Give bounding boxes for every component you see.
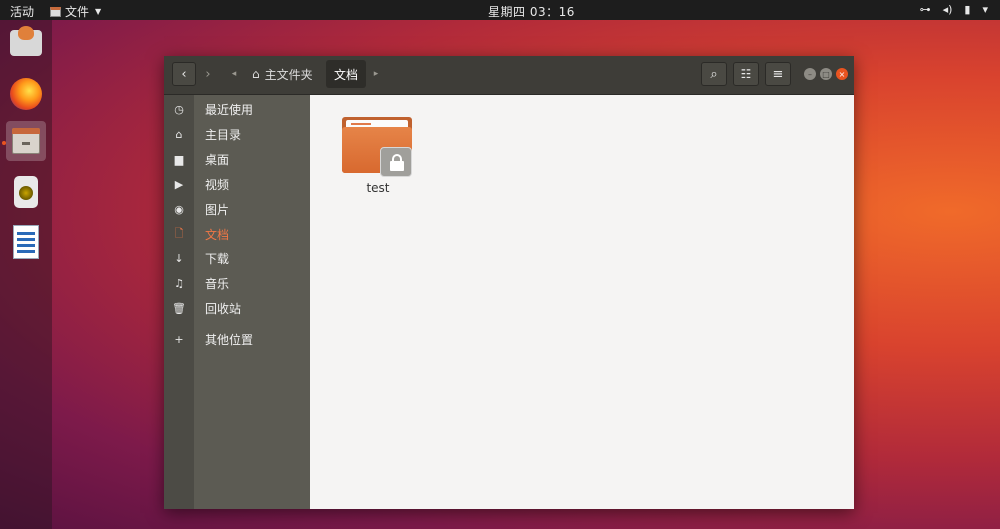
download-icon: ↓ <box>174 251 184 265</box>
dock-item-rhythmbox[interactable] <box>6 172 46 212</box>
file-manager-window: ‹ › ◂ ⌂ 主文件夹 文档 ▸ ⌕ ☷ ≡ – □ × ◷ 最近使用 ⌂ 主… <box>164 56 854 509</box>
running-indicator <box>2 141 6 145</box>
sidebar-item-label: 视频 <box>205 177 230 192</box>
menu-button[interactable]: ≡ <box>765 62 791 86</box>
search-button[interactable]: ⌕ <box>701 62 727 86</box>
back-button[interactable]: ‹ <box>172 62 196 86</box>
list-view-icon: ☷ <box>740 67 752 81</box>
sidebar-item-label: 音乐 <box>205 276 230 291</box>
sidebar-item-downloads[interactable]: ↓ 下载 <box>164 246 310 270</box>
sidebar-item-label: 桌面 <box>205 152 230 167</box>
file-name: test <box>366 181 390 195</box>
document-icon: 🗋 <box>174 226 184 240</box>
headerbar: ‹ › ◂ ⌂ 主文件夹 文档 ▸ ⌕ ☷ ≡ – □ × <box>164 56 854 95</box>
files-app-icon <box>50 6 61 17</box>
dock-item-files[interactable] <box>6 121 46 161</box>
path-scroll-right-button[interactable]: ▸ <box>368 62 384 86</box>
tray-caret-icon[interactable]: ▾ <box>982 3 988 16</box>
power-icon[interactable]: ▮ <box>964 3 970 16</box>
volume-icon[interactable]: ◂) <box>943 3 953 16</box>
app-menu[interactable]: 文件 ▼ <box>50 3 101 20</box>
sidebar-item-pictures[interactable]: ◉ 图片 <box>164 197 310 221</box>
folder-icon: ▆ <box>174 152 184 166</box>
sidebar-item-label: 回收站 <box>205 301 242 316</box>
camera-icon: ◉ <box>174 202 184 216</box>
app-menu-label: 文件 <box>65 5 90 19</box>
sidebar-item-other-locations[interactable]: + 其他位置 <box>164 327 310 351</box>
video-icon: ▶ <box>174 177 184 191</box>
files-icon <box>12 128 40 154</box>
dock-item-firefox[interactable] <box>6 74 46 114</box>
file-view[interactable]: test <box>310 95 854 509</box>
search-icon: ⌕ <box>710 66 718 82</box>
speaker-icon <box>14 176 38 208</box>
sidebar-item-label: 主目录 <box>205 127 242 142</box>
sidebar-item-videos[interactable]: ▶ 视频 <box>164 172 310 196</box>
path-scroll-left-button[interactable]: ◂ <box>226 62 242 86</box>
places-sidebar: ◷ 最近使用 ⌂ 主目录 ▆ 桌面 ▶ 视频 ◉ 图片 🗋 文档 ↓ 下载 ♫ <box>164 95 310 509</box>
system-tray[interactable]: ⊶ ◂) ▮ ▾ <box>920 3 988 16</box>
maximize-button[interactable]: □ <box>820 68 832 80</box>
file-item-test[interactable]: test <box>340 113 416 195</box>
home-icon: ⌂ <box>175 127 183 141</box>
hamburger-menu-icon: ≡ <box>772 66 784 82</box>
close-icon: × <box>838 69 846 79</box>
sidebar-item-trash[interactable]: 🗑 回收站 <box>164 296 310 320</box>
installer-icon <box>10 26 42 56</box>
dock-item-writer[interactable] <box>6 222 46 262</box>
path-home-button[interactable]: ⌂ 主文件夹 <box>244 62 321 86</box>
sidebar-item-label: 下载 <box>205 251 230 266</box>
forward-button[interactable]: › <box>198 62 218 86</box>
sidebar-item-desktop[interactable]: ▆ 桌面 <box>164 147 310 171</box>
sidebar-item-label: 最近使用 <box>205 102 254 117</box>
dock <box>0 20 52 529</box>
network-icon[interactable]: ⊶ <box>920 3 931 16</box>
activities-button[interactable]: 活动 <box>10 3 34 20</box>
maximize-icon: □ <box>822 69 830 79</box>
minimize-icon: – <box>808 69 812 79</box>
writer-icon <box>13 225 39 259</box>
path-current-button[interactable]: 文档 <box>326 60 367 88</box>
caret-down-icon: ▼ <box>95 7 102 16</box>
music-icon: ♫ <box>174 276 184 290</box>
clock-icon: ◷ <box>174 102 184 116</box>
sidebar-item-music[interactable]: ♫ 音乐 <box>164 271 310 295</box>
view-toggle-button[interactable]: ☷ <box>733 62 759 86</box>
minimize-button[interactable]: – <box>804 68 816 80</box>
path-home-label: 主文件夹 <box>264 67 313 82</box>
sidebar-item-recent[interactable]: ◷ 最近使用 <box>164 97 310 121</box>
home-icon: ⌂ <box>252 67 260 81</box>
sidebar-item-label: 文档 <box>205 227 230 242</box>
trash-icon: 🗑 <box>172 301 186 315</box>
sidebar-item-documents[interactable]: 🗋 文档 <box>164 222 310 246</box>
sidebar-item-label: 图片 <box>205 202 230 217</box>
dock-item-installer[interactable] <box>6 24 46 64</box>
clock[interactable]: 星期四 03：16 <box>488 3 575 20</box>
plus-icon: + <box>174 332 184 346</box>
sidebar-item-home[interactable]: ⌂ 主目录 <box>164 122 310 146</box>
firefox-icon <box>10 78 42 110</box>
lock-icon <box>380 147 412 177</box>
top-panel: 活动 文件 ▼ 星期四 03：16 ⊶ ◂) ▮ ▾ <box>0 0 1000 20</box>
sidebar-item-label: 其他位置 <box>205 332 254 347</box>
close-button[interactable]: × <box>836 68 848 80</box>
